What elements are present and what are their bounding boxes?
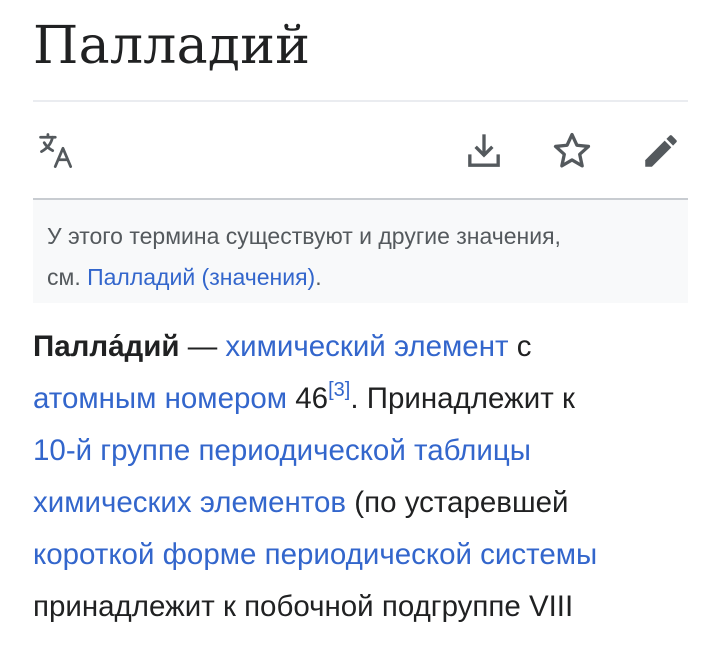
hatnote-text: У этого термина существуют и другие знач… [47, 223, 561, 249]
link-group-10-continued[interactable]: химических элементов [33, 486, 346, 519]
download-icon [468, 134, 500, 167]
title-divider [33, 100, 688, 102]
lead-text-old: (по устаревшей [346, 486, 569, 519]
hatnote-period: . [315, 264, 322, 290]
article-term: Палла́дий [33, 330, 180, 363]
watch-button[interactable] [547, 126, 597, 176]
lead-line-4: химических элементов (по устаревшей [33, 477, 693, 529]
atomic-number-value: 46 [287, 382, 329, 415]
pencil-icon [645, 135, 677, 167]
article-lead-paragraph: Палла́дий — химический элемент с атомным… [33, 321, 693, 633]
lead-line-3: 10-й группе периодической таблицы [33, 425, 693, 477]
hatnote-link-disambiguation[interactable]: Палладий (значения) [87, 264, 315, 290]
lead-line-1: Палла́дий — химический элемент с [33, 321, 693, 373]
link-group-10[interactable]: 10-й группе периодической таблицы [33, 434, 531, 467]
hatnote-see-text: см. [47, 264, 88, 290]
edit-button[interactable] [636, 126, 686, 176]
download-button[interactable] [459, 126, 509, 176]
page-actions-toolbar [33, 122, 688, 180]
lead-text-subgroup: принадлежит к побочной подгруппе VIII [33, 590, 574, 623]
lead-dash: — [179, 330, 226, 363]
page-title: Палладий [33, 16, 311, 76]
language-button[interactable] [33, 126, 83, 176]
star-icon [553, 132, 591, 168]
translate-icon [39, 133, 73, 168]
reference-link-3[interactable]: [3] [328, 379, 350, 401]
lead-text-with: с [508, 330, 532, 363]
lead-text-belongs: . Принадлежит к [350, 382, 575, 415]
link-chemical-element[interactable]: химический элемент [225, 330, 508, 363]
reference-superscript: [3] [328, 379, 350, 401]
lead-line-2: атомным номером 46[3]. Принадлежит к [33, 373, 693, 425]
link-short-form-periodic-system[interactable]: короткой форме периодической системы [33, 538, 597, 571]
lead-line-6: принадлежит к побочной подгруппе VIII [33, 581, 693, 633]
disambiguation-hatnote: У этого термина существуют и другие знач… [33, 200, 688, 303]
link-atomic-number[interactable]: атомным номером [33, 382, 287, 415]
lead-line-5: короткой форме периодической системы [33, 529, 693, 581]
